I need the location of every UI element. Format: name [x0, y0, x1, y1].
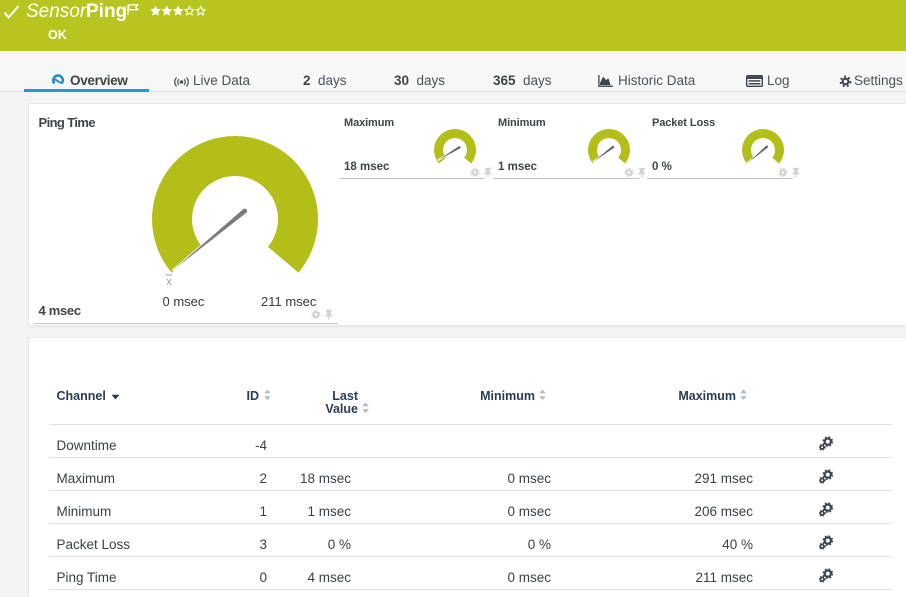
svg-text:x: x — [166, 276, 172, 288]
